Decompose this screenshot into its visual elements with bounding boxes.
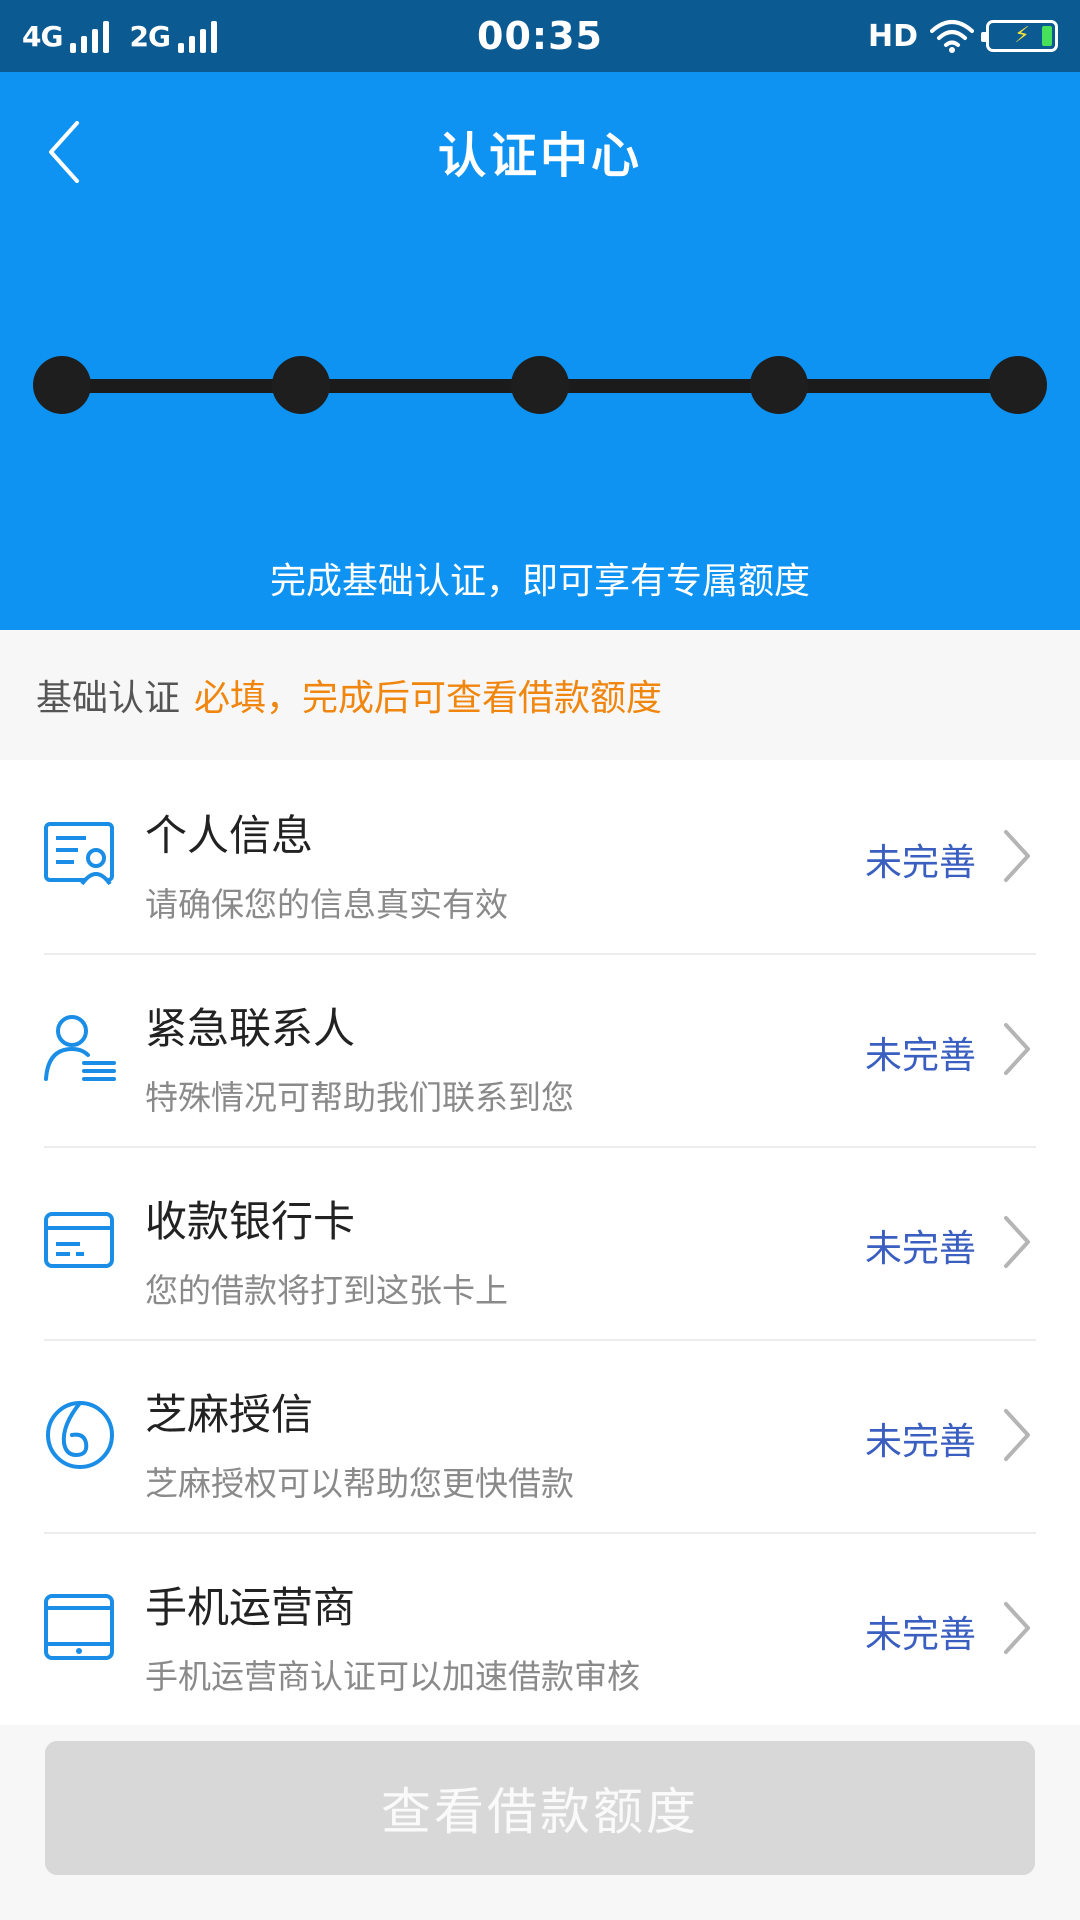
page-title: 认证中心 (437, 128, 642, 184)
item-subtitle: 您的借款将打到这张卡上 (145, 1271, 508, 1310)
status-bar: 4G 2G 00:35 HD ⚡ (0, 0, 1080, 72)
verification-list: 个人信息 请确保您的信息真实有效 未完善 紧急联系人 特殊情况可帮助我们联系到您… (0, 760, 1080, 1725)
item-title: 个人信息 (145, 811, 314, 860)
item-title: 紧急联系人 (145, 1004, 356, 1053)
item-status: 未完善 (865, 1613, 976, 1656)
progress-step-dot (272, 356, 330, 414)
list-item-emergency-contact[interactable]: 紧急联系人 特殊情况可帮助我们联系到您 未完善 (0, 953, 1080, 1146)
item-subtitle: 请确保您的信息真实有效 (145, 885, 508, 924)
item-subtitle: 芝麻授权可以帮助您更快借款 (145, 1464, 574, 1503)
chevron-right-icon (1004, 1409, 1030, 1461)
chevron-right-icon (1004, 830, 1030, 882)
battery-icon: ⚡ (981, 20, 1058, 52)
section-header: 基础认证 必填，完成后可查看借款额度 (0, 630, 1080, 760)
progress-step-dot (750, 356, 808, 414)
id-card-icon (44, 822, 114, 886)
progress-step-dot (511, 356, 569, 414)
chevron-right-icon (1004, 1023, 1030, 1075)
wifi-icon (930, 20, 974, 53)
section-title: 基础认证 (36, 678, 181, 719)
progress-step-dot (33, 356, 91, 414)
item-status: 未完善 (865, 841, 976, 884)
list-item-sesame-credit[interactable]: 芝麻授信 芝麻授权可以帮助您更快借款 未完善 (0, 1339, 1080, 1532)
chevron-right-icon (1004, 1602, 1030, 1654)
list-item-mobile-carrier[interactable]: 手机运营商 手机运营商认证可以加速借款审核 未完善 (0, 1532, 1080, 1725)
item-status: 未完善 (865, 1227, 976, 1270)
view-loan-amount-button[interactable]: 查看借款额度 (45, 1741, 1035, 1875)
status-icons: HD ⚡ (868, 16, 1058, 56)
tablet-icon (44, 1594, 114, 1660)
chevron-right-icon (1004, 1216, 1030, 1268)
header: 认证中心 完成基础认证，即可享有专属额度 (0, 72, 1080, 630)
list-item-personal-info[interactable]: 个人信息 请确保您的信息真实有效 未完善 (0, 760, 1080, 953)
list-item-bank-card[interactable]: 收款银行卡 您的借款将打到这张卡上 未完善 (0, 1146, 1080, 1339)
item-status: 未完善 (865, 1420, 976, 1463)
item-title: 收款银行卡 (145, 1197, 356, 1246)
item-title: 芝麻授信 (145, 1390, 314, 1439)
sesame-credit-icon (46, 1401, 114, 1469)
item-subtitle: 手机运营商认证可以加速借款审核 (145, 1657, 640, 1696)
item-subtitle: 特殊情况可帮助我们联系到您 (145, 1078, 574, 1117)
contact-person-icon (44, 1015, 116, 1081)
hd-badge: HD (867, 18, 918, 54)
progress-step-dot (989, 356, 1047, 414)
footer: 查看借款额度 (0, 1725, 1080, 1920)
progress-steps (33, 356, 1047, 416)
item-status: 未完善 (865, 1034, 976, 1077)
section-note: 必填，完成后可查看借款额度 (194, 678, 663, 719)
item-title: 手机运营商 (145, 1583, 356, 1632)
bank-card-icon (44, 1212, 114, 1268)
header-caption: 完成基础认证，即可享有专属额度 (269, 561, 810, 602)
